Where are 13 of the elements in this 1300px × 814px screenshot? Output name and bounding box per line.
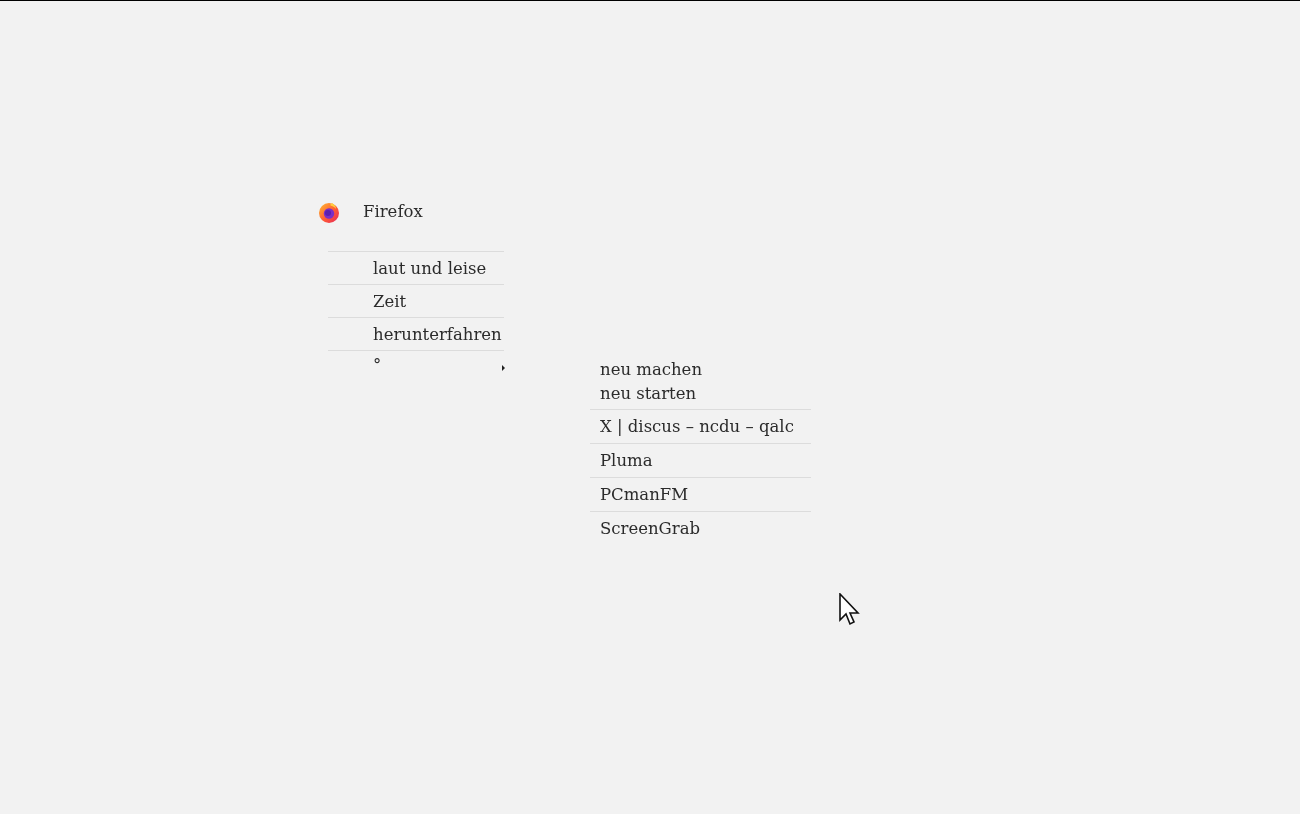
menu-item[interactable]: herunterfahren <box>328 317 504 350</box>
menu-item[interactable]: neu starten <box>590 381 811 405</box>
menu-item[interactable]: ° <box>328 350 504 383</box>
firefox-icon <box>318 200 340 223</box>
menu-item[interactable]: ScreenGrab <box>590 511 811 545</box>
menu-item[interactable]: Firefox <box>318 191 504 232</box>
menu-item[interactable]: Pluma <box>590 443 811 477</box>
menu-item[interactable]: neu machen <box>590 357 811 381</box>
submenu-arrow-icon <box>502 365 505 371</box>
menu-item[interactable]: laut und leise <box>328 251 504 284</box>
menu-item[interactable]: Zeit <box>328 284 504 317</box>
menu-item[interactable]: X | discus – ncdu – qalc <box>590 409 811 443</box>
menu-item[interactable]: PCmanFM <box>590 477 811 511</box>
